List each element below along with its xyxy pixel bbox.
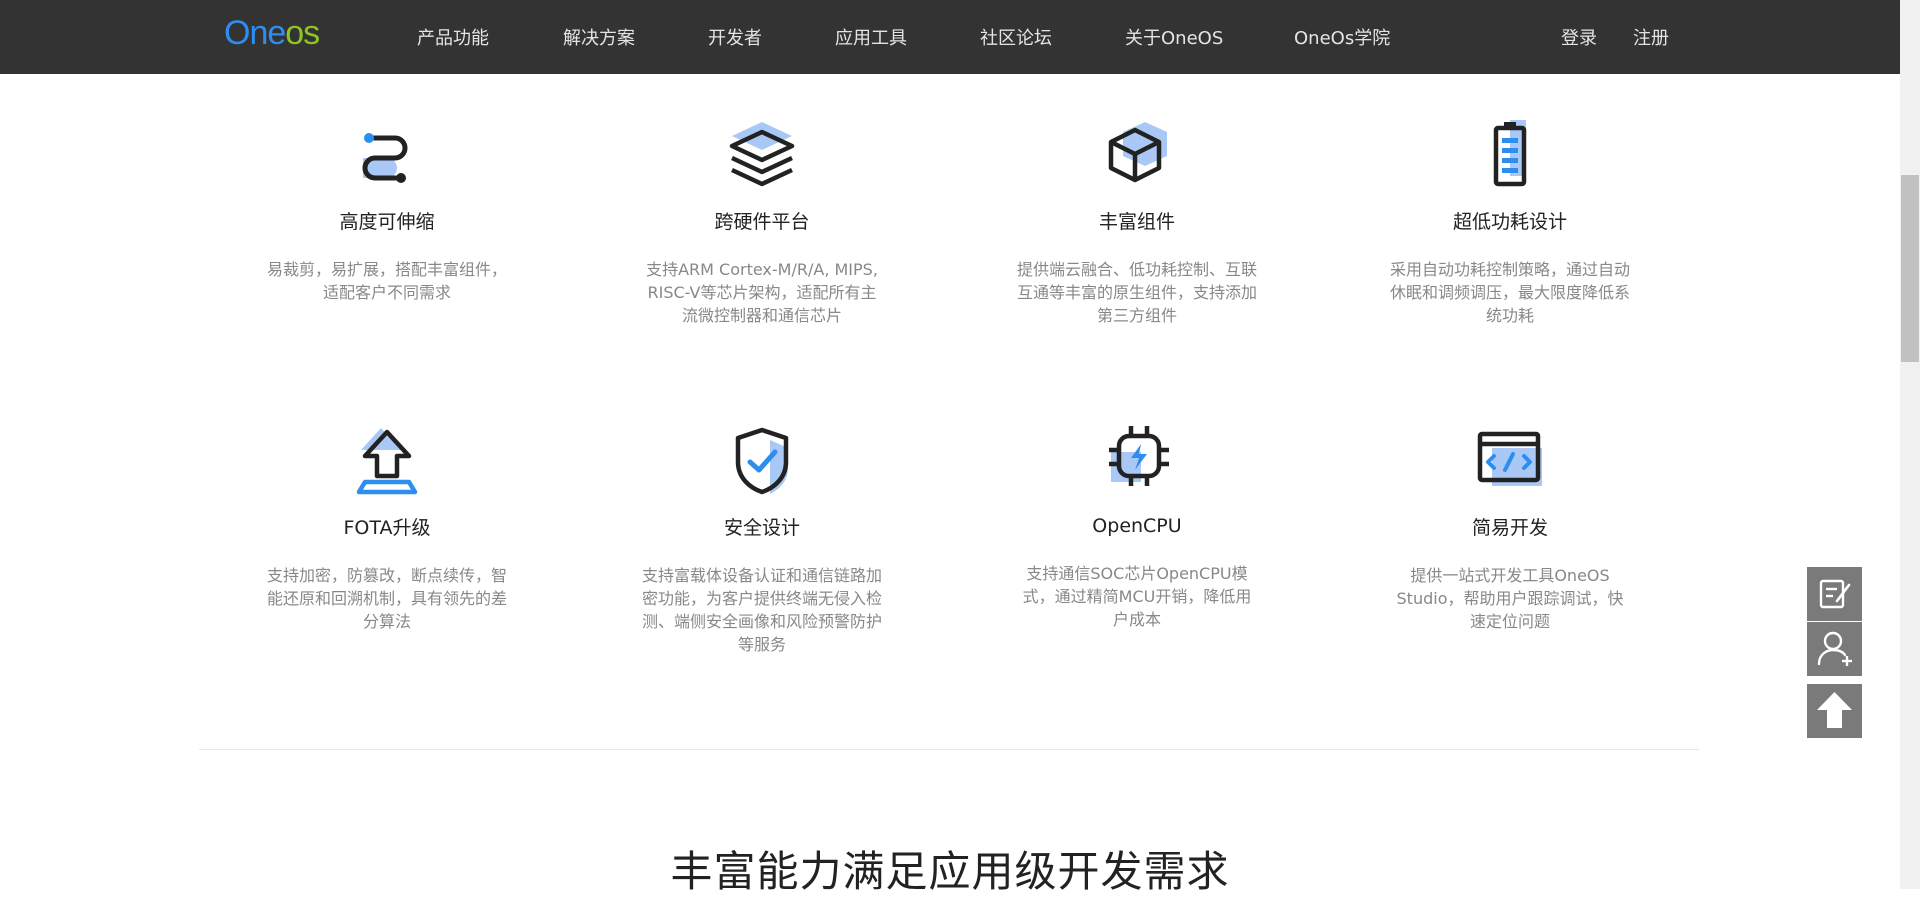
code-window-icon	[1477, 431, 1542, 486]
nav-item-about[interactable]: 关于OneOS	[1125, 24, 1223, 50]
feature-card: 跨硬件平台 支持ARM Cortex-M/R/A, MIPS, RISC-V等芯…	[632, 118, 892, 327]
feature-card: 高度可伸缩 易裁剪，易扩展，搭配丰富组件，适配客户不同需求	[257, 118, 517, 304]
top-nav: Oneos 产品功能 解决方案 开发者 应用工具 社区论坛 关于OneOS On…	[0, 0, 1900, 74]
nav-item-forum[interactable]: 社区论坛	[980, 24, 1052, 50]
feedback-icon	[1819, 579, 1851, 609]
back-to-top-button[interactable]	[1807, 684, 1862, 738]
feature-title: OpenCPU	[1092, 515, 1182, 537]
nav-item-product[interactable]: 产品功能	[417, 24, 489, 50]
feedback-button[interactable]	[1807, 567, 1862, 621]
scrollbar-thumb[interactable]	[1901, 175, 1919, 362]
section-heading: 丰富能力满足应用级开发需求	[670, 847, 1230, 896]
nav-item-tools[interactable]: 应用工具	[835, 24, 907, 50]
feature-desc: 提供一站式开发工具OneOS Studio，帮助用户跟踪调试，快速定位问题	[1396, 566, 1624, 631]
shield-check-icon	[735, 427, 789, 495]
feature-title: 简易开发	[1471, 517, 1548, 539]
upload-arrow-icon	[356, 428, 418, 495]
back-to-top-icon	[1817, 692, 1852, 728]
feature-title: 跨硬件平台	[714, 211, 810, 233]
section-divider	[199, 749, 1699, 750]
logo[interactable]: Oneos	[224, 14, 320, 53]
feature-title: 超低功耗设计	[1452, 211, 1567, 233]
feature-card: 安全设计 支持富载体设备认证和通信链路加密功能，为客户提供终端无侵入检测、端侧安…	[632, 424, 892, 656]
scrollbar-track[interactable]	[1900, 0, 1920, 889]
add-user-icon	[1817, 631, 1852, 666]
feature-desc: 采用自动功耗控制策略，通过自动休眠和调频调压，最大限度降低系统功耗	[1390, 260, 1631, 325]
layers-icon	[729, 122, 795, 187]
feature-card: 简易开发 提供一站式开发工具OneOS Studio，帮助用户跟踪调试，快速定位…	[1380, 424, 1640, 633]
nav-item-solutions[interactable]: 解决方案	[563, 24, 635, 50]
feature-card: FOTA升级 支持加密，防篡改，断点续传，智能还原和回溯机制，具有领先的差分算法	[257, 424, 517, 633]
feature-desc: 支持ARM Cortex-M/R/A, MIPS, RISC-V等芯片架构，适配…	[646, 260, 878, 325]
feature-card: OpenCPU 支持通信SOC芯片OpenCPU模式，通过精简MCU开销，降低用…	[1007, 422, 1267, 631]
feature-title: 丰富组件	[1098, 211, 1175, 233]
cube-icon	[1108, 122, 1167, 183]
nav-item-developer[interactable]: 开发者	[708, 24, 762, 50]
feature-title: 安全设计	[723, 517, 800, 539]
feature-card: 丰富组件 提供端云融合、低功耗控制、互联互通等丰富的原生组件，支持添加第三方组件	[1007, 118, 1267, 327]
nav-item-academy[interactable]: OneOs学院	[1294, 24, 1390, 50]
register-link[interactable]: 注册	[1633, 24, 1669, 50]
battery-icon	[1493, 120, 1527, 187]
feature-desc: 支持富载体设备认证和通信链路加密功能，为客户提供终端无侵入检测、端侧安全画像和风…	[642, 566, 883, 654]
feature-card: 超低功耗设计 采用自动功耗控制策略，通过自动休眠和调频调压，最大限度降低系统功耗	[1380, 118, 1640, 327]
scalable-icon	[362, 133, 408, 183]
feature-desc: 提供端云融合、低功耗控制、互联互通等丰富的原生组件，支持添加第三方组件	[1017, 260, 1258, 325]
chip-icon	[1109, 426, 1169, 486]
login-link[interactable]: 登录	[1561, 24, 1597, 50]
feature-title: FOTA升级	[343, 517, 431, 539]
feature-desc: 易裁剪，易扩展，搭配丰富组件，适配客户不同需求	[267, 260, 508, 302]
feature-desc: 支持加密，防篡改，断点续传，智能还原和回溯机制，具有领先的差分算法	[267, 566, 508, 631]
feature-title: 高度可伸缩	[339, 211, 435, 233]
feature-desc: 支持通信SOC芯片OpenCPU模式，通过精简MCU开销，降低用户成本	[1022, 564, 1252, 629]
add-user-button[interactable]	[1807, 622, 1862, 676]
